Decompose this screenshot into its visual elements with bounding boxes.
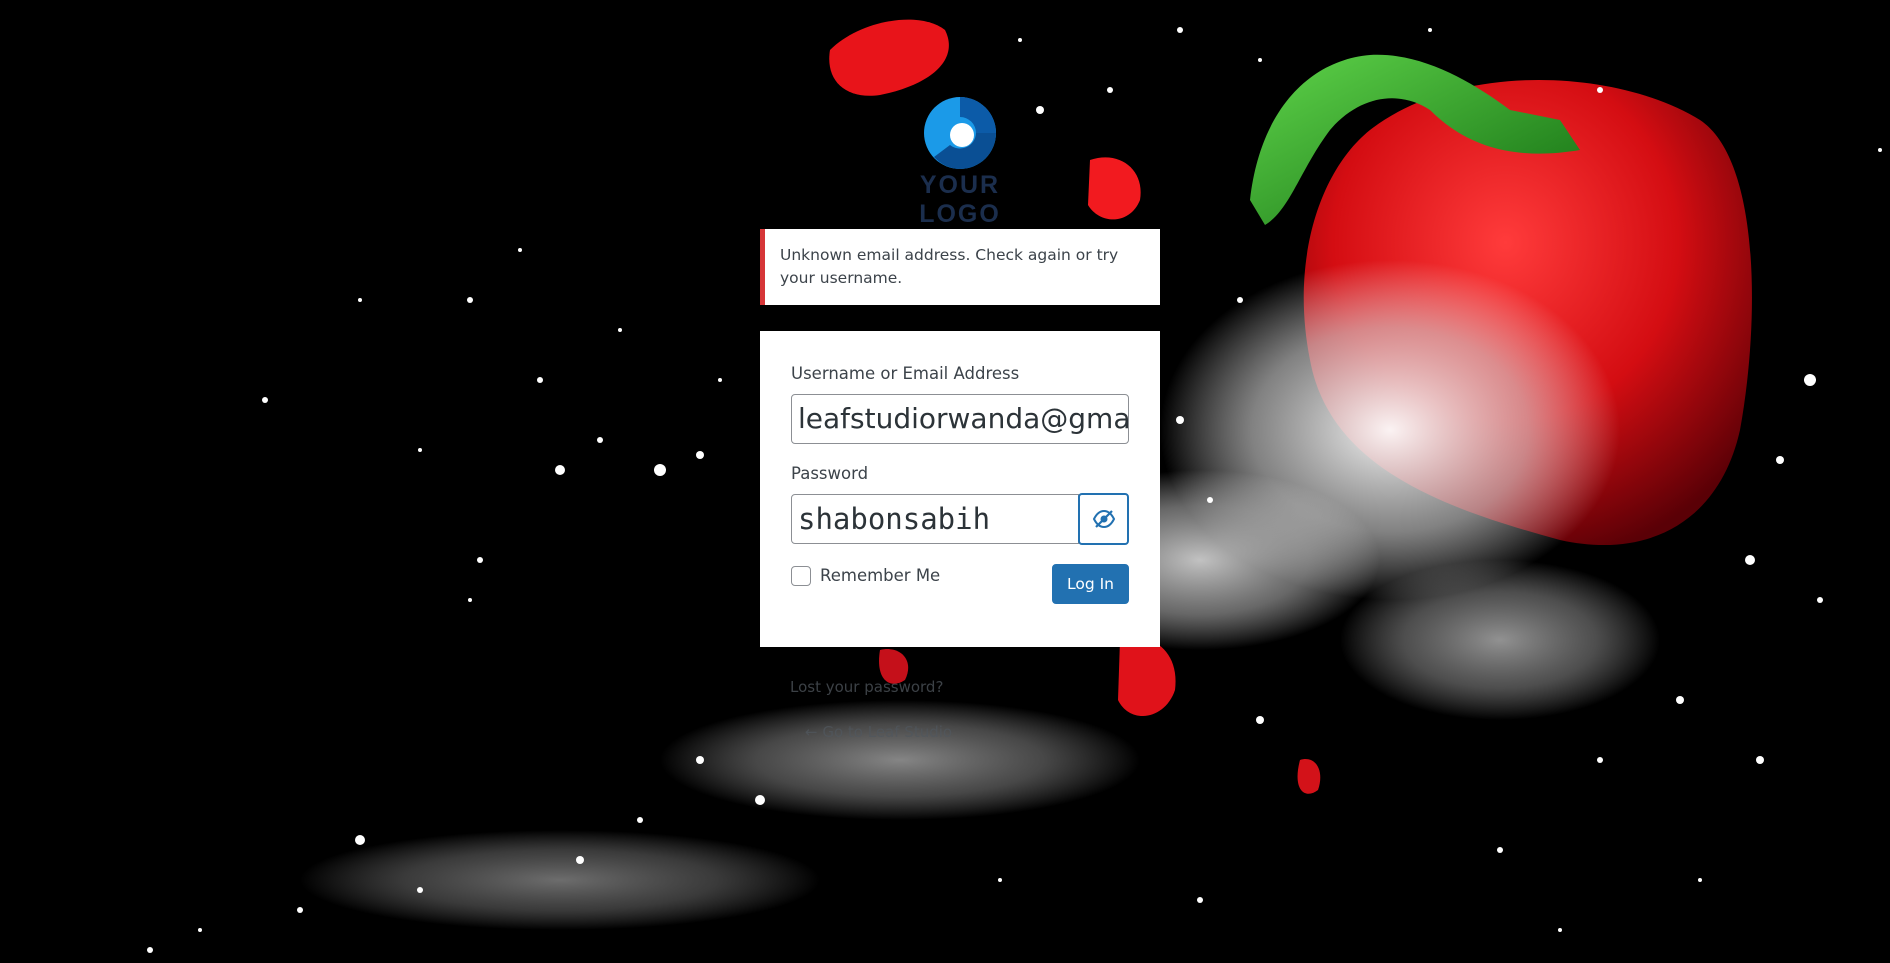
login-form: Username or Email Address leafstudiorwan… (760, 331, 1160, 647)
toggle-password-button[interactable] (1078, 493, 1129, 545)
remember-me-checkbox[interactable] (791, 566, 811, 586)
error-message: Unknown email address. Check again or tr… (780, 246, 1119, 287)
error-notice: Unknown email address. Check again or tr… (760, 229, 1160, 305)
site-logo[interactable]: YOUR LOGO (880, 95, 1040, 228)
lost-password-link[interactable]: Lost your password? (790, 678, 943, 696)
password-label: Password (791, 464, 869, 483)
password-input[interactable]: shabonsabih (791, 494, 1079, 544)
username-input[interactable]: leafstudiorwanda@gma (791, 394, 1129, 444)
remember-me-label[interactable]: Remember Me (820, 566, 940, 585)
logo-mark-icon (924, 97, 996, 169)
login-button[interactable]: Log In (1052, 564, 1129, 604)
username-label: Username or Email Address (791, 364, 1020, 383)
eye-slash-icon (1092, 509, 1115, 529)
logo-text: YOUR LOGO (919, 171, 1001, 228)
back-to-site-link[interactable]: ← Go to Leaf Studio (805, 723, 952, 741)
